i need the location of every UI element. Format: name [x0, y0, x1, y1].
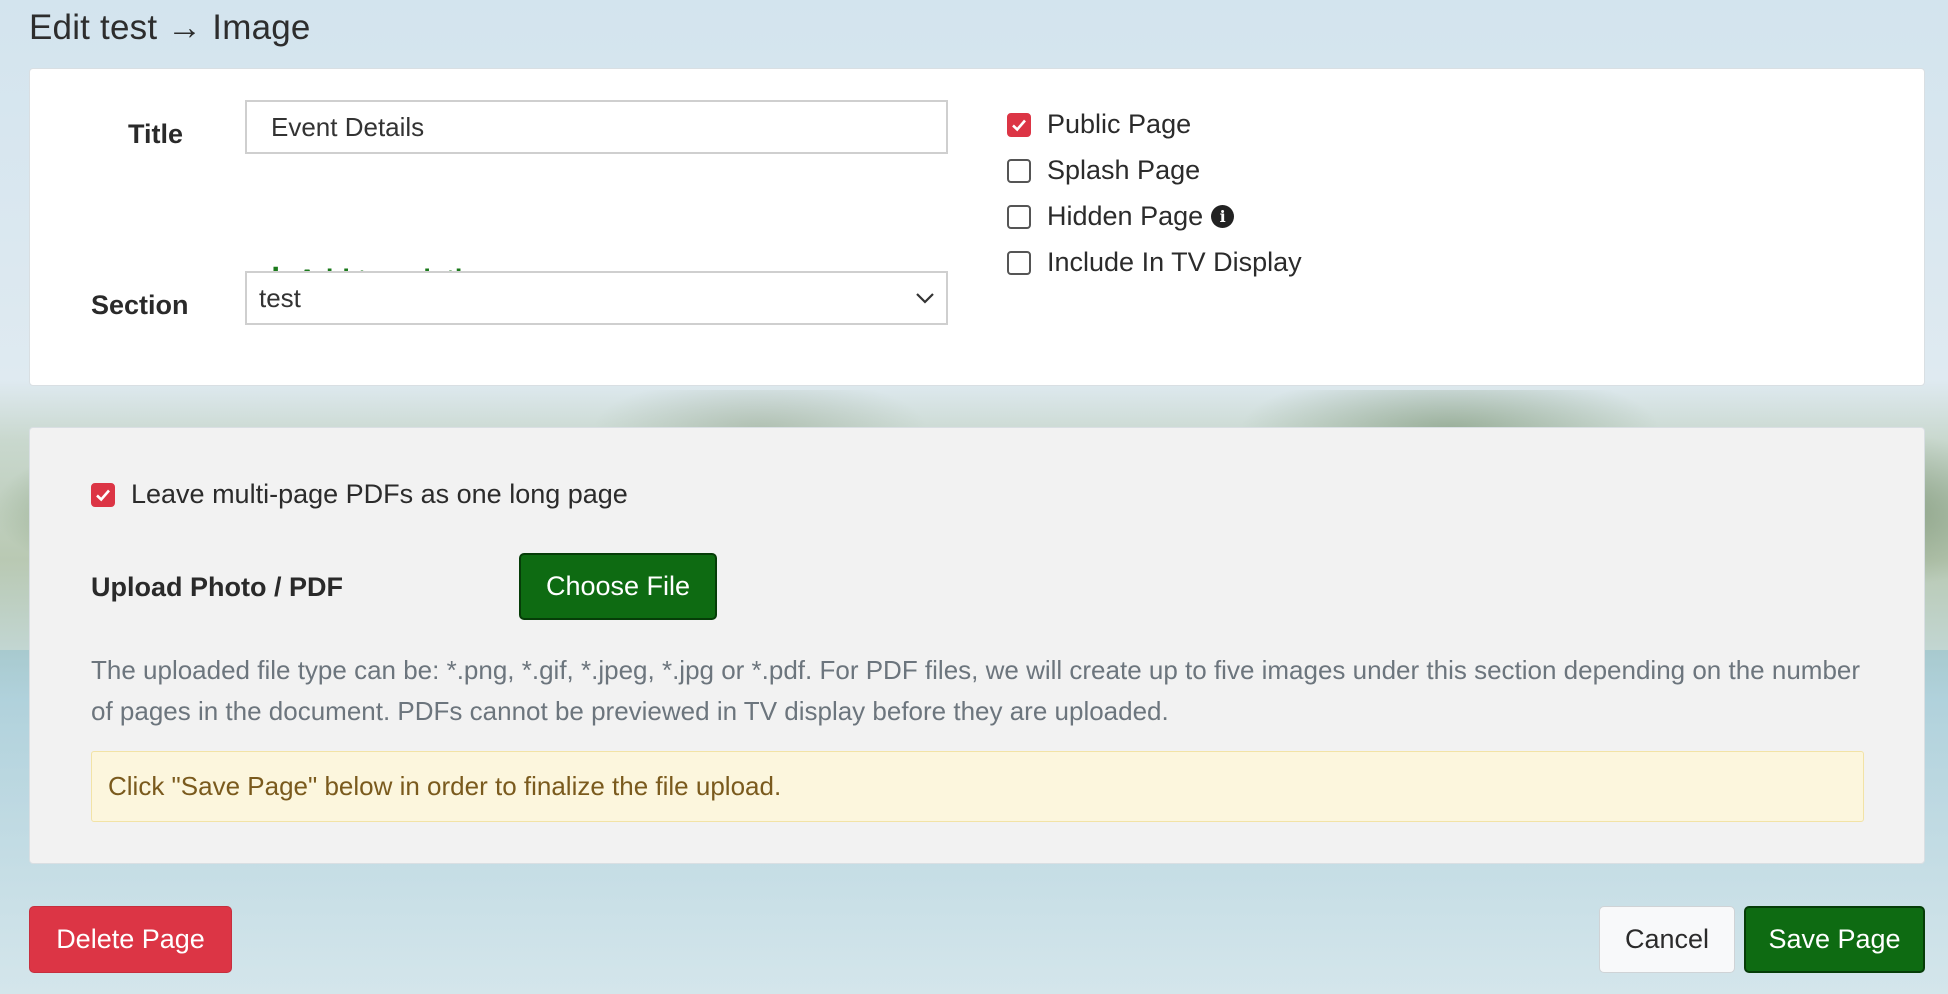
splash-page-label: Splash Page	[1047, 155, 1201, 185]
hidden-page-label: Hidden Page	[1047, 201, 1204, 231]
splash-page-option[interactable]: Splash Page	[1007, 155, 1200, 186]
multipage-pdf-checkbox[interactable]	[91, 482, 115, 507]
section-label: Section	[91, 290, 189, 320]
title-label: Title	[128, 119, 184, 149]
page-details-card: Title + Add translation Section test Pub…	[29, 68, 1925, 386]
upload-label: Upload Photo / PDF	[91, 572, 343, 602]
hidden-page-checkbox[interactable]	[1007, 204, 1031, 229]
include-tv-display-label: Include In TV Display	[1047, 247, 1302, 277]
choose-file-button[interactable]: Choose File	[519, 553, 717, 620]
title-input[interactable]	[245, 100, 948, 154]
multipage-pdf-label: Leave multi-page PDFs as one long page	[131, 479, 628, 509]
public-page-label: Public Page	[1047, 109, 1192, 139]
section-select[interactable]: test	[245, 271, 948, 325]
splash-page-checkbox[interactable]	[1007, 158, 1031, 183]
cancel-button[interactable]: Cancel	[1599, 906, 1735, 973]
chevron-down-icon	[914, 285, 936, 316]
section-select-value: test	[259, 282, 301, 313]
public-page-option[interactable]: Public Page	[1007, 109, 1191, 140]
finalize-upload-notice-text: Click "Save Page" below in order to fina…	[108, 771, 782, 801]
finalize-upload-notice: Click "Save Page" below in order to fina…	[91, 751, 1864, 822]
include-tv-display-checkbox[interactable]	[1007, 250, 1031, 275]
hidden-page-option[interactable]: Hidden Page i	[1007, 201, 1235, 232]
include-tv-display-option[interactable]: Include In TV Display	[1007, 247, 1302, 278]
upload-help-text: The uploaded file type can be: *.png, *.…	[91, 655, 1861, 726]
info-icon[interactable]: i	[1211, 205, 1235, 228]
public-page-checkbox[interactable]	[1007, 112, 1031, 137]
save-page-button[interactable]: Save Page	[1744, 906, 1925, 973]
multipage-pdf-option[interactable]: Leave multi-page PDFs as one long page	[91, 479, 628, 510]
delete-page-button[interactable]: Delete Page	[29, 906, 232, 973]
page-title: Edit test → Image	[29, 8, 311, 47]
